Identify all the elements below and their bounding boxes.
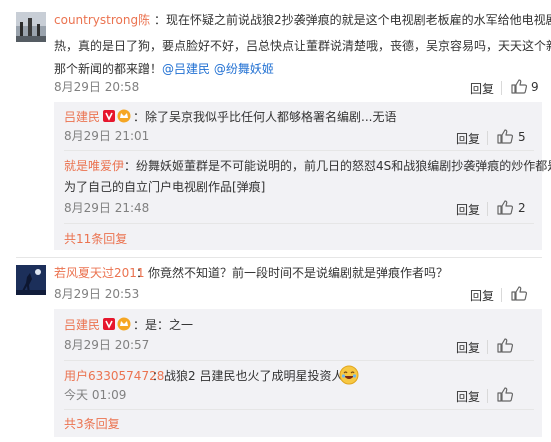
divider xyxy=(64,223,534,224)
reply-text: ：是：之一 xyxy=(133,318,194,332)
reply-time: 8月29日 21:48 xyxy=(64,201,150,215)
more-replies-link[interactable]: 共11条回复 xyxy=(64,229,127,249)
divider xyxy=(487,202,488,216)
laughing-emoji xyxy=(339,365,359,385)
reply-button[interactable]: 回复 xyxy=(456,388,480,405)
reply-text: ：战狼2 吕建民也火了成明星投资人了 xyxy=(152,369,356,383)
thumbs-up-icon[interactable] xyxy=(511,286,527,301)
thumbs-up-icon[interactable] xyxy=(497,200,513,215)
like-count: 5 xyxy=(518,130,526,144)
reply-text: ：除了吴京我似乎比任何人都够格署名编剧...无语 xyxy=(133,110,397,124)
thumbs-up-icon[interactable] xyxy=(497,129,513,144)
mention-link[interactable]: @吕建民 xyxy=(162,62,210,76)
reply-author[interactable]: 用户6330574728 xyxy=(64,366,164,386)
reply-button[interactable]: 回复 xyxy=(456,130,480,147)
divider xyxy=(16,257,542,258)
comment-time: 8月29日 20:53 xyxy=(54,287,140,301)
comment-author[interactable]: countrystrong陈 xyxy=(54,10,150,30)
divider xyxy=(501,81,502,95)
reply-time: 今天 01:09 xyxy=(64,388,127,402)
divider xyxy=(487,340,488,354)
reply-author[interactable]: 就是唯爱伊 xyxy=(64,156,124,176)
reply-button[interactable]: 回复 xyxy=(470,287,494,304)
thumbs-up-icon[interactable] xyxy=(497,387,513,402)
reply-text: 为了自己的自立门户电视剧作品[弹痕] xyxy=(64,180,266,194)
comment-time: 8月29日 20:58 xyxy=(54,80,140,94)
comment-author[interactable]: 若风夏天过2011 xyxy=(54,263,145,283)
thumbs-up-icon[interactable] xyxy=(511,79,527,94)
reply-text: ：纷舞妖姬董群是不可能说明的，前几日的怒怼4S和战狼编剧抄袭弹痕的炒作都是 xyxy=(124,159,551,173)
divider xyxy=(487,131,488,145)
reply-time: 8月29日 20:57 xyxy=(64,338,150,352)
more-replies-link[interactable]: 共3条回复 xyxy=(64,414,120,434)
mention-link[interactable]: @纷舞妖姬 xyxy=(214,62,274,76)
thumbs-up-icon[interactable] xyxy=(497,338,513,353)
divider xyxy=(64,360,534,361)
like-count: 2 xyxy=(518,201,526,215)
reply-author[interactable]: 吕建民 xyxy=(64,315,100,335)
verified-badge xyxy=(103,318,115,330)
comment-text: 热，真的是日了狗，要点脸好不好，吕总快点让董群说清楚哦，丧德，吴京容易吗，天天这… xyxy=(54,39,551,53)
reply-button[interactable]: 回复 xyxy=(456,339,480,356)
avatar[interactable] xyxy=(16,265,46,295)
vip-crown-badge xyxy=(117,317,131,331)
reply-button[interactable]: 回复 xyxy=(470,80,494,97)
reply-time: 8月29日 21:01 xyxy=(64,129,150,143)
reply-author[interactable]: 吕建民 xyxy=(64,107,100,127)
divider xyxy=(64,150,534,151)
comment-text: ：你竟然不知道？前一段时间不是说编剧就是弹痕作者吗？ xyxy=(136,266,449,280)
comment-text: 那个新闻的都来蹭！@吕建民 @纷舞妖姬 xyxy=(54,59,274,79)
comment-text-part: 那个新闻的都来蹭！ xyxy=(54,62,163,76)
vip-crown-badge xyxy=(117,109,131,123)
like-count: 9 xyxy=(531,80,539,94)
divider xyxy=(487,389,488,403)
avatar[interactable] xyxy=(16,12,46,42)
verified-badge xyxy=(103,110,115,122)
divider xyxy=(501,288,502,302)
comment-text: ：现在怀疑之前说战狼2抄袭弹痕的就是这个电视剧老板雇的水军给他电视剧预 xyxy=(154,13,551,27)
reply-button[interactable]: 回复 xyxy=(456,201,480,218)
divider xyxy=(64,409,534,410)
